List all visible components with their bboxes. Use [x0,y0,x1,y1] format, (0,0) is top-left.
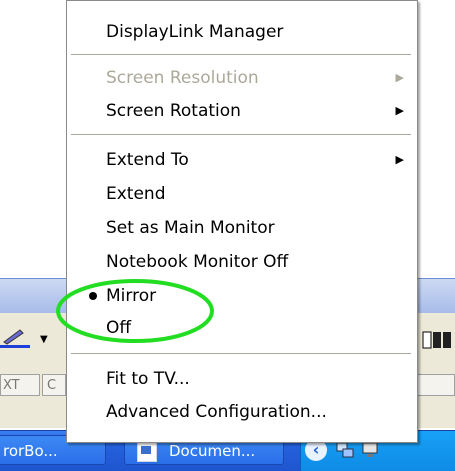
menu-item-label: Extend [106,184,166,204]
submenu-arrow-icon: ▶ [395,71,404,84]
menu-separator [71,134,411,136]
document-icon [137,442,157,462]
taskbar-button-label: rorBo... [3,442,58,460]
background-text-field-2[interactable]: C [42,374,66,396]
menu-item-label: Screen Resolution [106,68,259,88]
dropdown-arrow-icon[interactable]: ▼ [40,334,48,345]
menu-item-set-as-main-monitor[interactable]: Set as Main Monitor [68,213,416,243]
menu-item-extend-to[interactable]: Extend To ▶ [68,145,416,175]
menu-title-displaylink-manager[interactable]: DisplayLink Manager [68,17,416,47]
pen-color-icon[interactable] [0,328,34,348]
monitor-tray-icon[interactable] [361,440,381,460]
background-text-field-3[interactable] [413,374,455,396]
menu-item-label: DisplayLink Manager [106,22,284,42]
taskbar-button-label: Documen... [169,442,256,460]
table-grid-icon[interactable] [422,331,455,349]
menu-item-label: Set as Main Monitor [106,218,275,238]
submenu-arrow-icon: ▶ [395,104,404,117]
menu-separator [71,54,411,56]
network-icon[interactable] [335,440,355,460]
menu-item-label: Advanced Configuration... [106,402,327,422]
menu-separator [71,353,411,355]
menu-item-screen-rotation[interactable]: Screen Rotation ▶ [68,96,416,126]
menu-item-notebook-monitor-off[interactable]: Notebook Monitor Off [68,247,416,277]
menu-item-label: Fit to TV... [106,369,190,389]
menu-item-fit-to-tv[interactable]: Fit to TV... [68,364,416,394]
menu-item-label: Notebook Monitor Off [106,252,289,272]
submenu-arrow-icon: ▶ [395,153,404,166]
menu-item-label: Screen Rotation [106,101,241,121]
background-text-field[interactable]: XT [0,374,40,396]
menu-item-extend[interactable]: Extend [68,179,416,209]
menu-item-label: Extend To [106,150,189,170]
highlight-circle-annotation [56,279,214,343]
displaylink-context-menu: DisplayLink Manager Screen Resolution ▶ … [66,0,418,443]
menu-item-screen-resolution: Screen Resolution ▶ [68,63,416,93]
menu-item-advanced-configuration[interactable]: Advanced Configuration... [68,397,416,427]
